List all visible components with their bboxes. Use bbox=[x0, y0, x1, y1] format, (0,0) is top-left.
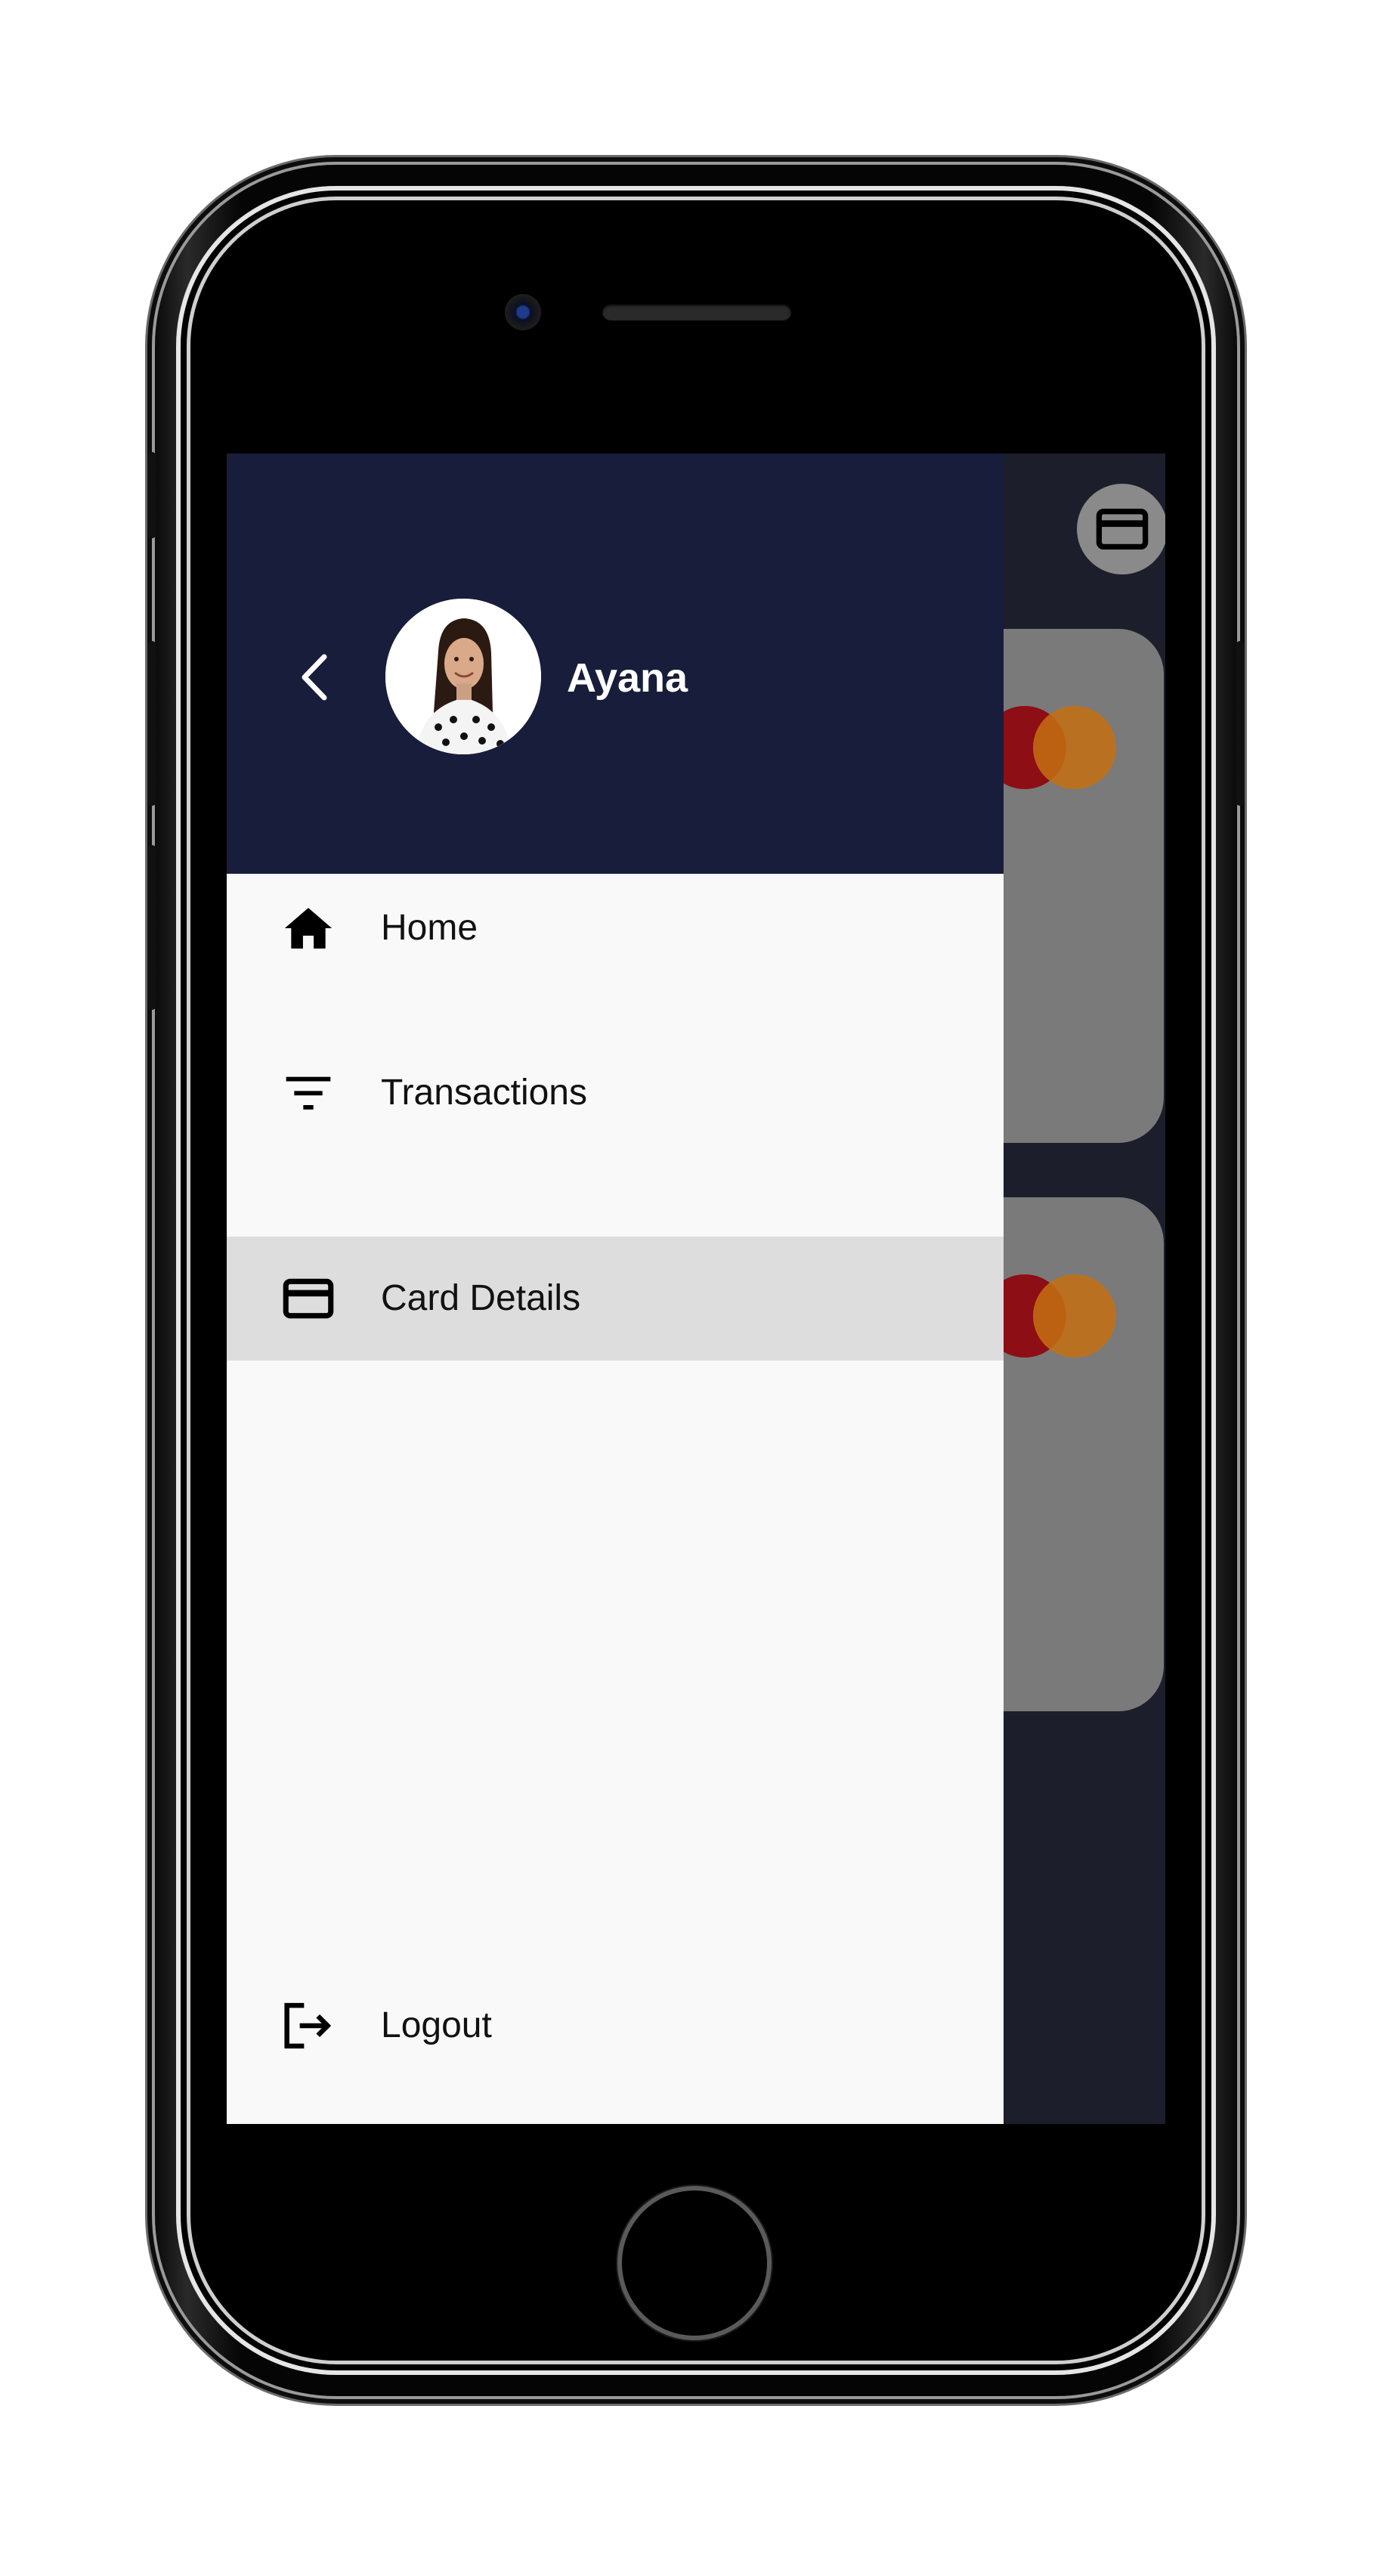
volume-down-button bbox=[147, 845, 156, 1010]
drawer-item-transactions[interactable]: Transactions bbox=[227, 1031, 1004, 1155]
user-name: Ayana bbox=[567, 655, 688, 701]
credit-card-icon bbox=[1096, 509, 1149, 550]
avatar[interactable] bbox=[385, 599, 541, 754]
home-button[interactable] bbox=[622, 2191, 767, 2336]
drawer-item-home[interactable]: Home bbox=[227, 866, 1004, 990]
app-screen: Ayana Home Transactions Card Details Log… bbox=[227, 454, 1165, 2124]
credit-card-icon bbox=[281, 1271, 336, 1326]
drawer-item-label: Transactions bbox=[381, 1073, 587, 1113]
logout-label: Logout bbox=[381, 2005, 492, 2045]
mastercard-logo bbox=[1033, 706, 1116, 789]
power-button bbox=[1236, 641, 1245, 806]
earpiece-speaker bbox=[602, 304, 791, 320]
profile-photo bbox=[385, 599, 541, 754]
card-toggle-button[interactable] bbox=[1077, 484, 1165, 574]
filter-icon bbox=[281, 1066, 336, 1120]
home-icon bbox=[281, 901, 336, 955]
logout-icon bbox=[281, 1999, 336, 2053]
mute-switch bbox=[147, 452, 156, 538]
drawer-header: Ayana bbox=[227, 454, 1004, 874]
back-button[interactable] bbox=[287, 647, 340, 707]
navigation-drawer: Ayana Home Transactions Card Details Log… bbox=[227, 454, 1004, 2124]
drawer-item-label: Card Details bbox=[381, 1278, 581, 1318]
logout-button[interactable]: Logout bbox=[227, 1964, 1004, 2088]
drawer-item-card-details[interactable]: Card Details bbox=[227, 1237, 1004, 1361]
drawer-item-label: Home bbox=[381, 908, 478, 948]
mastercard-logo bbox=[1033, 1274, 1116, 1358]
volume-up-button bbox=[147, 641, 156, 806]
front-camera bbox=[505, 294, 541, 330]
chevron-left-icon bbox=[302, 654, 327, 701]
